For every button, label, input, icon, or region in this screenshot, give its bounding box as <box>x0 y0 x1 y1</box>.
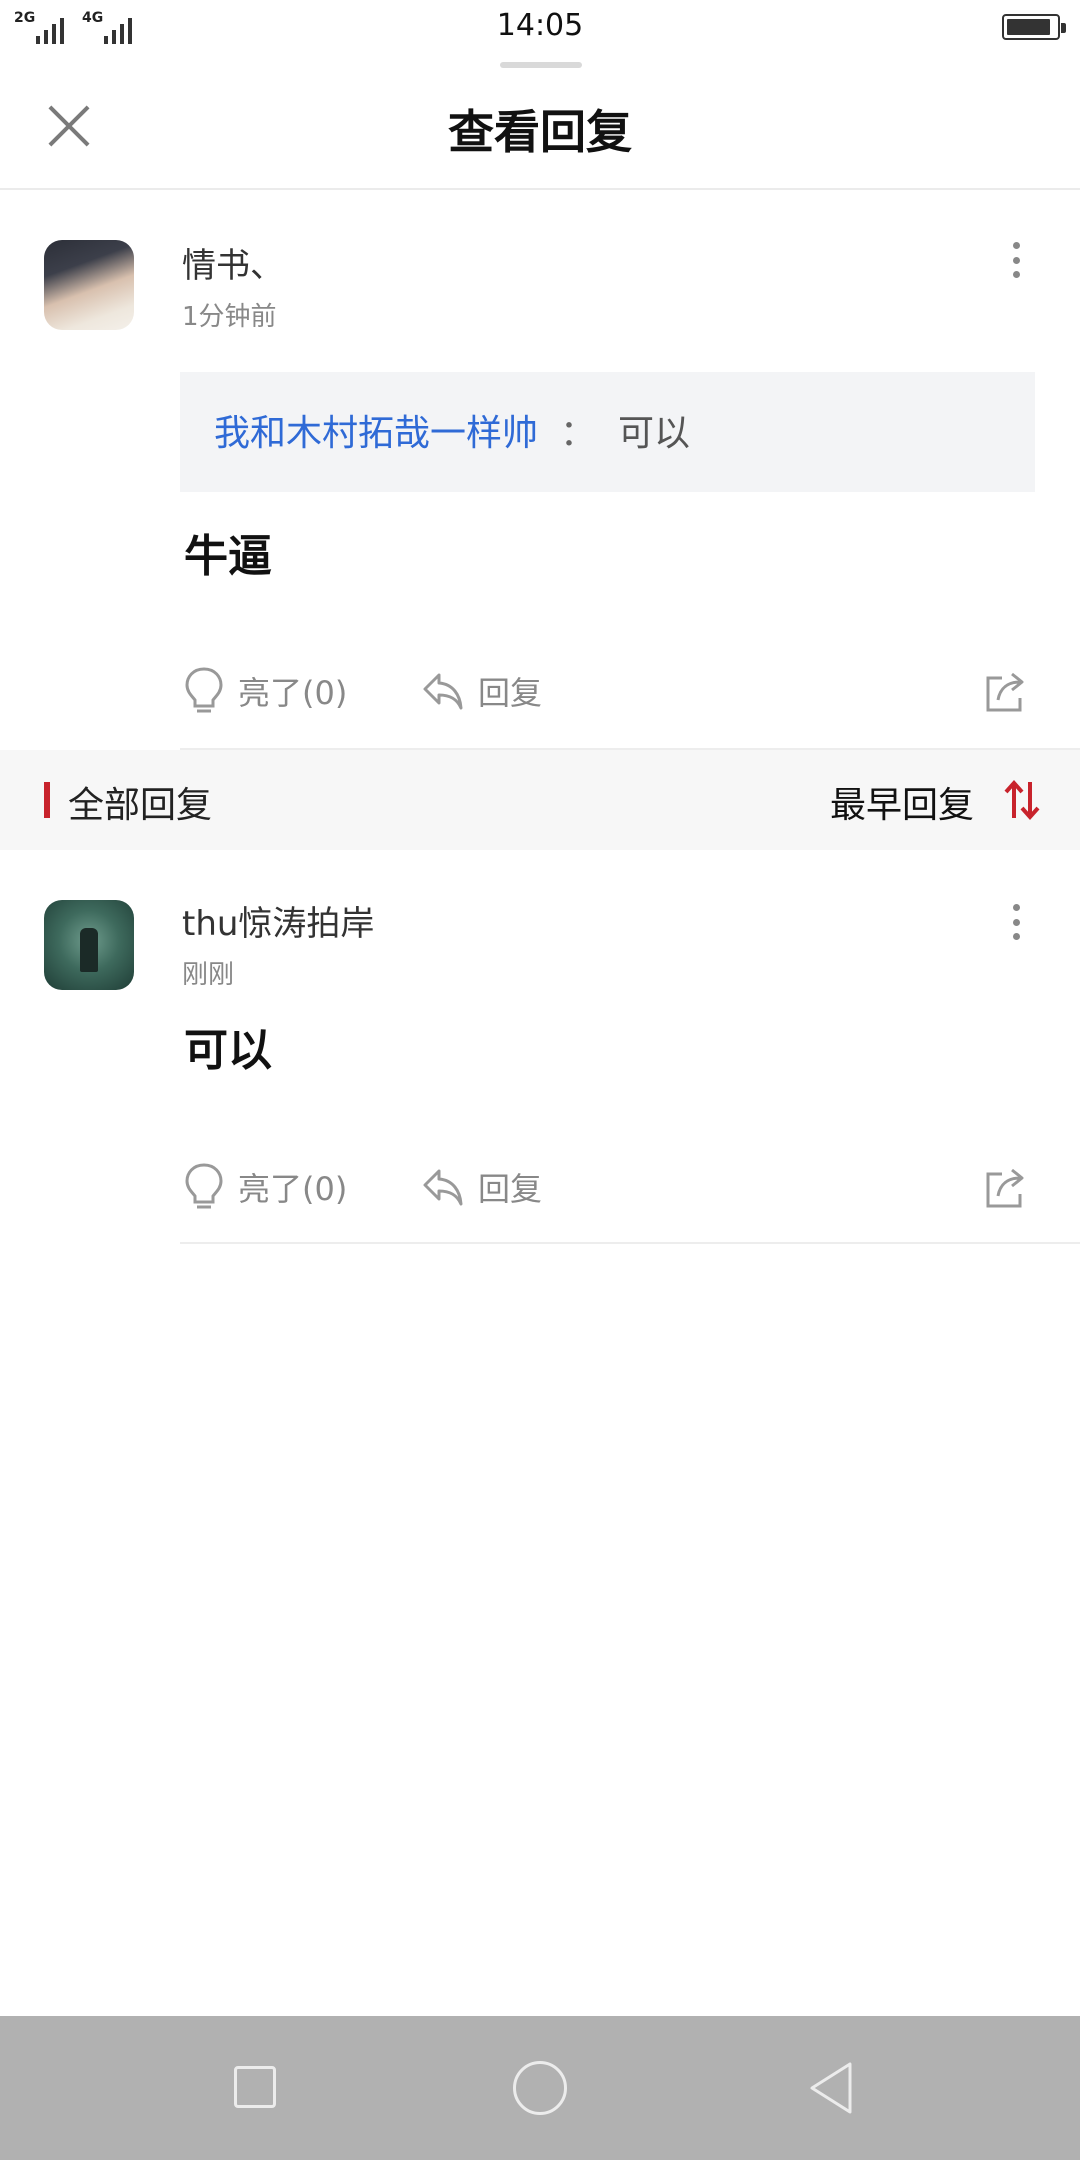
share-icon <box>986 1168 1024 1208</box>
section-title: 全部回复 <box>68 785 213 826</box>
quoted-reply: 我和木村拓哉一样帅 ： 可以 <box>180 372 1035 492</box>
reply-button[interactable]: 回复 <box>422 668 542 714</box>
all-replies-header: 全部回复 最早回复 <box>0 750 1080 850</box>
reply-arrow-icon <box>423 673 463 710</box>
like-label: 亮了(0) <box>238 674 348 712</box>
header: 查看回复 <box>0 68 1080 190</box>
share-button[interactable] <box>984 1164 1042 1210</box>
sort-arrows-icon[interactable] <box>1002 778 1042 822</box>
section-marker <box>44 782 50 818</box>
quoted-text: 可以 <box>618 413 691 454</box>
like-label: 亮了(0) <box>238 1170 348 1208</box>
back-icon[interactable] <box>806 2060 856 2116</box>
quote-separator: ： <box>560 413 597 454</box>
share-icon <box>986 672 1024 712</box>
system-nav-bar <box>0 2016 1080 2160</box>
quoted-username[interactable]: 我和木村拓哉一样帅 <box>214 413 538 454</box>
status-bar: 2G 4G 14:05 <box>0 0 1080 62</box>
reply-label: 回复 <box>478 674 543 712</box>
lightbulb-icon <box>185 1163 223 1209</box>
avatar[interactable] <box>44 900 134 990</box>
like-button[interactable]: 亮了(0) <box>184 666 347 716</box>
post-timestamp: 1分钟前 <box>182 302 277 332</box>
divider <box>180 1242 1080 1244</box>
avatar[interactable] <box>44 240 134 330</box>
reply-content: 可以 <box>184 1025 272 1076</box>
home-icon[interactable] <box>513 2061 567 2115</box>
reply-timestamp: 刚刚 <box>182 960 235 990</box>
lightbulb-icon <box>185 667 223 713</box>
more-options-icon[interactable] <box>996 900 1036 944</box>
like-button[interactable]: 亮了(0) <box>184 1162 347 1212</box>
battery-level <box>1007 19 1050 35</box>
reply-label: 回复 <box>478 1170 543 1208</box>
status-time: 14:05 <box>496 8 584 43</box>
page-title: 查看回复 <box>448 105 632 159</box>
post-username[interactable]: 情书、 <box>182 238 284 287</box>
more-options-icon[interactable] <box>996 238 1036 282</box>
deer-image <box>80 928 98 972</box>
battery-icon <box>1002 14 1066 40</box>
reply-username[interactable]: thu惊涛拍岸 <box>182 896 374 945</box>
post-content: 牛逼 <box>184 531 272 582</box>
sort-toggle-label[interactable]: 最早回复 <box>830 776 974 828</box>
share-button[interactable] <box>984 668 1042 714</box>
reply-arrow-icon <box>423 1169 463 1206</box>
recent-apps-icon[interactable] <box>234 2066 276 2108</box>
reply-button[interactable]: 回复 <box>422 1164 542 1210</box>
